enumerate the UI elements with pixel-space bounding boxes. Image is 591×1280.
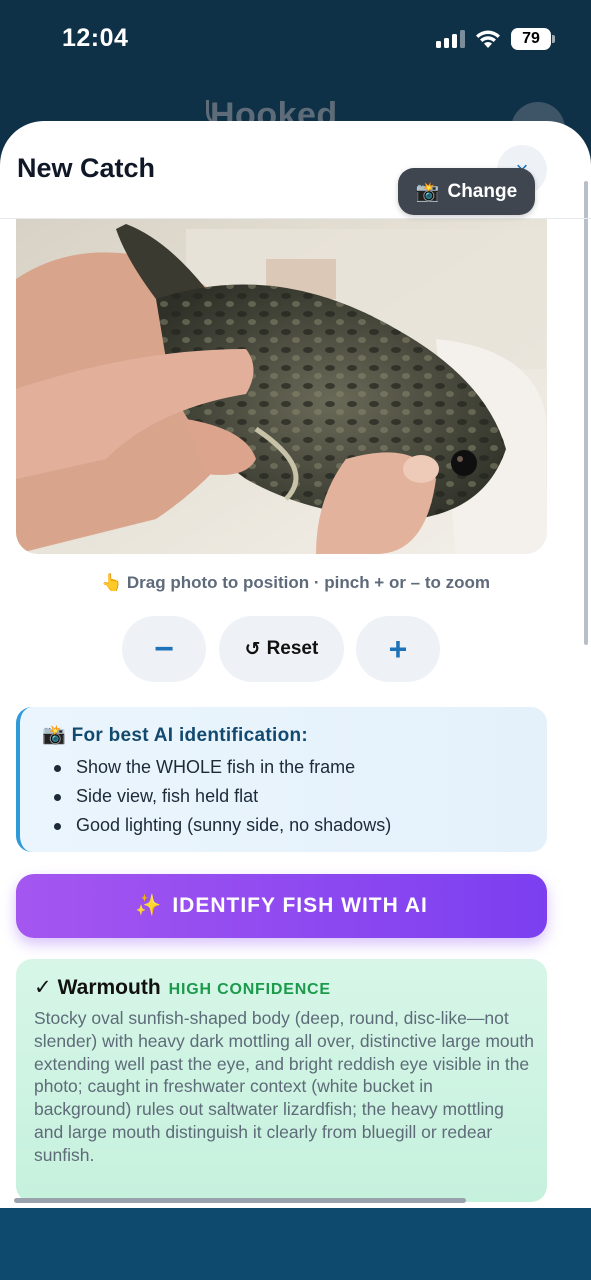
reset-icon: ↺ [244, 638, 261, 660]
photo-tips-card: 📸 For best AI identification: Show the W… [16, 707, 547, 852]
tips-title-text: For best AI identification: [71, 725, 309, 746]
bottom-bar [0, 1208, 591, 1280]
camera-icon: 📸 [415, 181, 440, 203]
catch-photo[interactable] [16, 219, 547, 554]
zoom-controls: − ↺ Reset + [0, 616, 591, 682]
status-time: 12:04 [62, 24, 129, 52]
result-description: Stocky oval sunfish-shaped body (deep, r… [34, 1008, 534, 1165]
fish-photo-image [16, 219, 547, 554]
photo-hint-text: Drag photo to position · pinch + or – to… [126, 573, 490, 592]
tips-list: Show the WHOLE fish in the frame Side vi… [54, 753, 391, 840]
zoom-out-button[interactable]: − [122, 616, 206, 682]
reset-label: Reset [266, 638, 319, 659]
checkmark-icon: ✓ [34, 976, 52, 999]
wifi-icon [476, 30, 500, 48]
tip-item: Good lighting (sunny side, no shadows) [54, 811, 391, 840]
change-photo-button[interactable]: 📸 Change [398, 168, 535, 215]
tip-item: Side view, fish held flat [54, 782, 391, 811]
result-header: ✓ Warmouth HIGH CONFIDENCE [34, 975, 331, 1000]
species-name: Warmouth [57, 976, 161, 999]
status-icons: 79 [436, 28, 555, 50]
sheet-title: New Catch [17, 153, 156, 183]
horizontal-scrollbar[interactable] [14, 1198, 466, 1203]
battery-icon: 79 [511, 28, 555, 50]
new-catch-sheet: New Catch × [0, 121, 591, 1208]
status-bar: 12:04 79 [0, 0, 591, 80]
confidence-badge: HIGH CONFIDENCE [168, 981, 331, 998]
camera-icon: 📸 [42, 725, 66, 746]
photo-hint: 👆 Drag photo to position · pinch + or – … [0, 573, 591, 593]
identify-fish-button[interactable]: ✨ IDENTIFY FISH WITH AI [16, 874, 547, 938]
change-photo-label: Change [447, 180, 518, 202]
cellular-signal-icon [436, 30, 465, 48]
tips-title: 📸 For best AI identification: [42, 723, 308, 747]
tip-item: Show the WHOLE fish in the frame [54, 753, 391, 782]
identify-fish-label: IDENTIFY FISH WITH AI [172, 894, 428, 917]
reset-zoom-button[interactable]: ↺ Reset [219, 616, 344, 682]
zoom-in-button[interactable]: + [356, 616, 440, 682]
identification-result-card: ✓ Warmouth HIGH CONFIDENCE Stocky oval s… [16, 959, 547, 1202]
sparkles-icon: ✨ [135, 894, 163, 917]
pointing-hand-icon: 👆 [100, 573, 123, 592]
